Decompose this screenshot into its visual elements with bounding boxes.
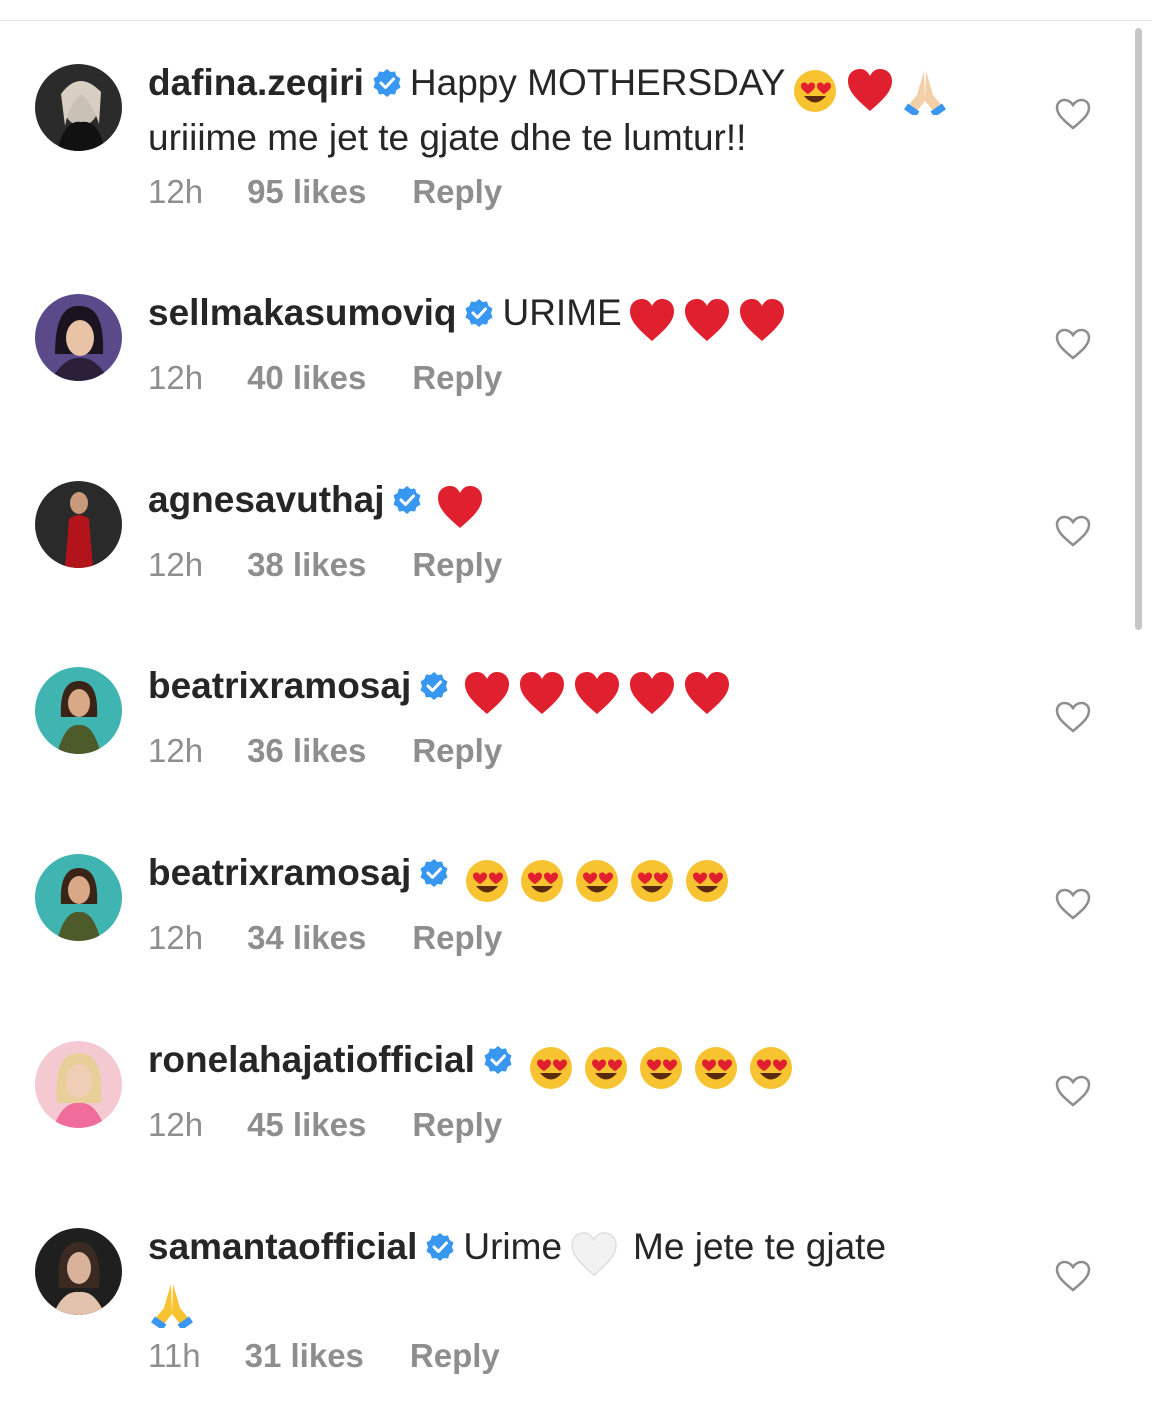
verified-badge-icon — [425, 1227, 455, 1261]
red-heart-emoji — [436, 484, 484, 532]
red-heart-emoji — [683, 297, 731, 345]
reply-button[interactable]: Reply — [412, 1105, 502, 1145]
like-heart-icon[interactable] — [1055, 1075, 1091, 1107]
comment-item: samantaofficial Urime Me jete te gjate 11… — [0, 1224, 1130, 1394]
comment-time: 11h — [148, 1337, 201, 1374]
username[interactable]: sellmakasumoviq — [148, 292, 456, 333]
red-heart-emoji — [738, 297, 786, 345]
like-heart-icon[interactable] — [1055, 328, 1091, 360]
avatar[interactable] — [35, 854, 122, 941]
red-heart-emoji — [628, 297, 676, 345]
likes-count[interactable]: 34 likes — [247, 918, 366, 958]
reply-button[interactable]: Reply — [412, 172, 502, 212]
avatar[interactable] — [35, 481, 122, 568]
comment-time: 12h — [148, 173, 204, 210]
comment-time: 12h — [148, 359, 204, 396]
comment-item: sellmakasumoviq URIME 12h 40 likes Reply — [0, 290, 1130, 420]
comment-text: Urime — [463, 1226, 563, 1267]
heart-eyes-emoji — [791, 67, 839, 115]
heart-eyes-emoji — [463, 857, 511, 905]
username[interactable]: beatrixramosaj — [148, 665, 411, 706]
avatar[interactable] — [35, 64, 122, 151]
username[interactable]: agnesavuthaj — [148, 479, 384, 520]
comment-time: 12h — [148, 919, 204, 956]
top-divider — [0, 20, 1152, 21]
comment-text: Happy MOTHERSDAY — [409, 62, 786, 103]
like-heart-icon[interactable] — [1055, 515, 1091, 547]
like-heart-icon[interactable] — [1055, 701, 1091, 733]
red-heart-emoji — [683, 670, 731, 718]
verified-badge-icon — [464, 293, 494, 327]
red-heart-emoji — [573, 670, 621, 718]
verified-badge-icon — [372, 63, 402, 97]
avatar[interactable] — [35, 294, 122, 381]
red-heart-emoji — [518, 670, 566, 718]
heart-eyes-emoji — [747, 1044, 795, 1092]
likes-count[interactable]: 31 likes — [245, 1336, 364, 1376]
heart-eyes-emoji — [582, 1044, 630, 1092]
likes-count[interactable]: 38 likes — [247, 545, 366, 585]
heart-eyes-emoji — [573, 857, 621, 905]
avatar[interactable] — [35, 1228, 122, 1315]
red-heart-emoji — [628, 670, 676, 718]
likes-count[interactable]: 95 likes — [247, 172, 366, 212]
verified-badge-icon — [392, 480, 422, 514]
heart-eyes-emoji — [637, 1044, 685, 1092]
reply-button[interactable]: Reply — [410, 1336, 500, 1376]
comment-item: ronelahajatiofficial 12h 45 likes Reply — [0, 1037, 1130, 1167]
comment-item: agnesavuthaj 12h 38 likes Reply — [0, 477, 1130, 607]
comment-time: 12h — [148, 1106, 204, 1143]
avatar[interactable] — [35, 1041, 122, 1128]
heart-eyes-emoji — [628, 857, 676, 905]
username[interactable]: beatrixramosaj — [148, 852, 411, 893]
reply-button[interactable]: Reply — [412, 545, 502, 585]
comment-time: 12h — [148, 546, 204, 583]
heart-eyes-emoji — [692, 1044, 740, 1092]
comment-item: dafina.zeqiri Happy MOTHERSDAY uriiime me… — [0, 60, 1130, 230]
comment-item: beatrixramosaj 12h 34 likes Reply — [0, 850, 1130, 980]
like-heart-icon[interactable] — [1055, 1260, 1091, 1292]
comment-text: URIME — [502, 292, 622, 333]
comment-text: Me jete te gjate — [633, 1226, 887, 1267]
heart-eyes-emoji — [683, 857, 731, 905]
folded-hands-emoji — [148, 1280, 196, 1329]
likes-count[interactable]: 40 likes — [247, 358, 366, 398]
heart-eyes-emoji — [518, 857, 566, 905]
verified-badge-icon — [419, 666, 449, 700]
username[interactable]: dafina.zeqiri — [148, 62, 364, 103]
white-heart-emoji — [570, 1231, 618, 1279]
like-heart-icon[interactable] — [1055, 98, 1091, 130]
likes-count[interactable]: 45 likes — [247, 1105, 366, 1145]
red-heart-emoji — [463, 670, 511, 718]
comment-item: beatrixramosaj 12h 36 likes Reply — [0, 663, 1130, 793]
scrollbar[interactable] — [1135, 28, 1142, 630]
verified-badge-icon — [419, 853, 449, 887]
username[interactable]: samantaofficial — [148, 1226, 417, 1267]
comment-text: uriiime me jet te gjate dhe te lumtur!! — [148, 117, 747, 159]
like-heart-icon[interactable] — [1055, 888, 1091, 920]
reply-button[interactable]: Reply — [412, 731, 502, 771]
verified-badge-icon — [483, 1040, 513, 1074]
username[interactable]: ronelahajatiofficial — [148, 1039, 475, 1080]
heart-eyes-emoji — [527, 1044, 575, 1092]
avatar[interactable] — [35, 667, 122, 754]
red-heart-emoji — [846, 67, 894, 115]
likes-count[interactable]: 36 likes — [247, 731, 366, 771]
reply-button[interactable]: Reply — [412, 918, 502, 958]
reply-button[interactable]: Reply — [412, 358, 502, 398]
folded-hands-emoji — [901, 67, 949, 116]
comment-time: 12h — [148, 732, 204, 769]
